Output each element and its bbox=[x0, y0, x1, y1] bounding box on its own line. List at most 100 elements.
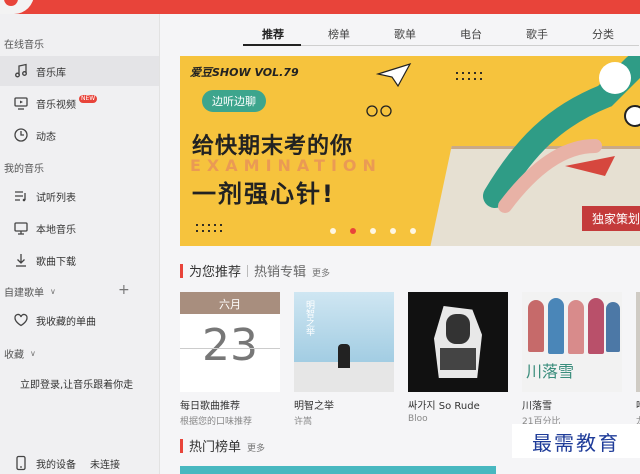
section-created-playlists[interactable]: 自建歌单 ∨ bbox=[4, 284, 56, 299]
cover-text: 明智之举 bbox=[304, 300, 314, 336]
main-content: 推荐 榜单 歌单 电台 歌手 分类 爱豆SHOW VOL.79 边听边聊 给快期… bbox=[160, 14, 640, 474]
divider bbox=[247, 264, 249, 277]
monitor-icon bbox=[12, 219, 30, 237]
sidebar-item-downloads[interactable]: 歌曲下载 bbox=[0, 245, 159, 275]
phone-icon bbox=[12, 454, 30, 472]
activity-icon bbox=[12, 126, 30, 144]
tab-playlists[interactable]: 歌单 bbox=[372, 26, 438, 50]
active-tab-indicator bbox=[243, 44, 301, 46]
carousel-dot[interactable] bbox=[410, 228, 416, 234]
album-card[interactable]: 싸가지 So Rude Bloo bbox=[408, 292, 508, 427]
more-link[interactable]: 更多 bbox=[247, 441, 265, 454]
tab-hot-albums[interactable]: 热销专辑 bbox=[254, 261, 306, 280]
section-collection[interactable]: 收藏 ∨ bbox=[4, 346, 36, 361]
album-cover: 明智之举 bbox=[294, 292, 394, 392]
dot-grid-decoration bbox=[454, 70, 482, 82]
promo-banner[interactable]: 爱豆SHOW VOL.79 边听边聊 给快期末考的你 EXAMINATION 一… bbox=[180, 56, 640, 246]
download-icon bbox=[12, 251, 30, 269]
section-online-music: 在线音乐 bbox=[4, 40, 44, 51]
sidebar-item-preview-list[interactable]: 试听列表 bbox=[0, 181, 159, 211]
section-label: 收藏 bbox=[4, 350, 24, 361]
sidebar-item-label: 音乐库 bbox=[36, 67, 66, 79]
sidebar-item-music-library[interactable]: 音乐库 bbox=[0, 56, 159, 86]
cover-text: 川落雪 bbox=[526, 362, 575, 381]
heart-icon bbox=[12, 311, 30, 329]
card-title: 싸가지 So Rude bbox=[408, 401, 480, 412]
section-my-music: 我的音乐 bbox=[4, 164, 44, 175]
section-title[interactable]: 为您推荐 bbox=[189, 261, 241, 280]
device-status: 未连接 bbox=[90, 459, 120, 471]
sidebar: 在线音乐 音乐库 音乐视频 NEW 动态 我的音乐 试听列表 本地音乐 歌曲下载… bbox=[0, 14, 160, 474]
carousel-dot[interactable] bbox=[330, 228, 336, 234]
section-title[interactable]: 热门榜单 bbox=[189, 436, 241, 455]
chevron-down-icon: ∨ bbox=[30, 349, 36, 358]
carousel-dot[interactable] bbox=[370, 228, 376, 234]
banner-show-title: 爱豆SHOW VOL.79 bbox=[190, 66, 299, 79]
banner-tag: 独家策划 bbox=[581, 206, 640, 231]
tab-categories[interactable]: 分类 bbox=[570, 26, 636, 50]
carousel-dot[interactable] bbox=[390, 228, 396, 234]
playlist-icon bbox=[12, 187, 30, 205]
daily-calendar-cover: 六月 23 bbox=[180, 292, 280, 392]
sidebar-item-label: 我收藏的单曲 bbox=[36, 316, 96, 328]
student-illustration bbox=[483, 56, 640, 213]
section-accent-bar bbox=[180, 263, 183, 278]
sidebar-item-favorite-songs[interactable]: 我收藏的单曲 bbox=[0, 305, 159, 335]
recommend-section-header: 为您推荐 热销专辑 更多 bbox=[180, 261, 330, 280]
dot-grid-decoration bbox=[194, 222, 222, 234]
banner-overlay-text: EXAMINATION bbox=[190, 156, 382, 175]
chevron-down-icon: ∨ bbox=[50, 287, 56, 296]
card-subtitle: Bloo bbox=[408, 414, 428, 424]
tab-bar-divider bbox=[243, 45, 639, 46]
album-cover: 川落雪 bbox=[522, 292, 622, 392]
card-title: 每日歌曲推荐 bbox=[180, 401, 240, 412]
tab-radio[interactable]: 电台 bbox=[438, 26, 504, 50]
more-link[interactable]: 更多 bbox=[312, 266, 330, 279]
sidebar-item-my-device[interactable]: 我的设备 未连接 bbox=[0, 448, 159, 474]
paper-plane-icon bbox=[376, 62, 412, 88]
tab-bar: 推荐 榜单 歌单 电台 歌手 分类 bbox=[240, 26, 636, 50]
video-icon bbox=[12, 94, 30, 112]
album-card[interactable]: 明智之举 明智之举 许嵩 bbox=[294, 292, 394, 427]
sidebar-item-label: 试听列表 bbox=[36, 192, 76, 204]
album-card[interactable]: 哈 龙 bbox=[636, 292, 640, 427]
chart-card-strip[interactable] bbox=[180, 466, 496, 474]
card-title: 哈 bbox=[636, 397, 640, 412]
section-label: 自建歌单 bbox=[4, 288, 44, 299]
carousel-dots bbox=[330, 228, 416, 234]
sidebar-item-label: 我的设备 bbox=[36, 459, 76, 471]
card-subtitle: 许嵩 bbox=[294, 417, 313, 427]
app-logo bbox=[0, 0, 34, 14]
watermark: 最需教育 bbox=[512, 424, 640, 458]
tab-charts[interactable]: 榜单 bbox=[306, 26, 372, 50]
calendar-month: 六月 bbox=[219, 298, 241, 311]
sidebar-item-activity[interactable]: 动态 bbox=[0, 120, 159, 150]
album-cover bbox=[408, 292, 508, 392]
sidebar-item-label: 音乐视频 bbox=[36, 99, 76, 111]
banner-subheadline: 一剂强心针! bbox=[192, 180, 335, 208]
tab-artists[interactable]: 歌手 bbox=[504, 26, 570, 50]
sidebar-item-local-music[interactable]: 本地音乐 bbox=[0, 213, 159, 243]
card-title: 川落雪 bbox=[522, 401, 552, 412]
music-note-icon bbox=[12, 62, 30, 80]
card-title: 明智之举 bbox=[294, 401, 334, 412]
sidebar-item-label: 本地音乐 bbox=[36, 224, 76, 236]
tab-recommend[interactable]: 推荐 bbox=[240, 26, 306, 50]
album-card[interactable]: 六月 23 每日歌曲推荐 根据您的口味推荐 bbox=[180, 292, 280, 427]
window-title-strip bbox=[0, 0, 640, 14]
calendar-day: 23 bbox=[202, 320, 258, 371]
sidebar-item-music-video[interactable]: 音乐视频 NEW bbox=[0, 88, 159, 118]
add-playlist-button[interactable]: + bbox=[118, 282, 130, 298]
hot-charts-section-header: 热门榜单 更多 bbox=[180, 436, 265, 455]
login-prompt-link[interactable]: 立即登录,让音乐跟着你走 bbox=[20, 376, 133, 391]
album-cover bbox=[636, 292, 640, 392]
new-badge: NEW bbox=[79, 95, 98, 103]
circle-decoration bbox=[366, 105, 392, 117]
carousel-dot-active[interactable] bbox=[350, 228, 356, 234]
banner-pill: 边听边聊 bbox=[202, 90, 266, 112]
sidebar-item-label: 动态 bbox=[36, 131, 56, 143]
section-accent-bar bbox=[180, 438, 183, 453]
album-card[interactable]: 川落雪 川落雪 21百分比 bbox=[522, 292, 622, 427]
card-subtitle: 根据您的口味推荐 bbox=[180, 417, 253, 427]
recommend-cards: 六月 23 每日歌曲推荐 根据您的口味推荐 明智之举 明智之举 许嵩 싸가지 S… bbox=[180, 292, 640, 427]
